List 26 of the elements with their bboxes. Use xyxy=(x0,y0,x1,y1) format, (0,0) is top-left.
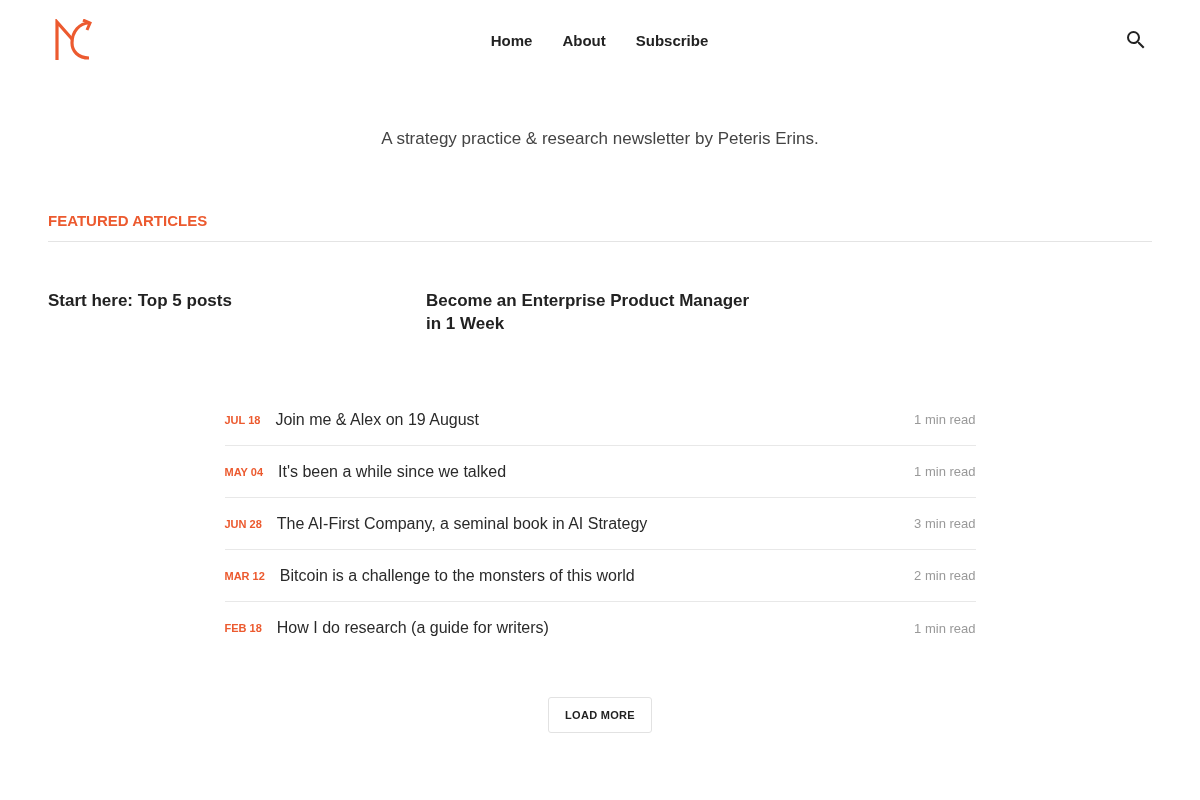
nav-link[interactable]: About xyxy=(562,31,606,49)
read-time: 1 min read xyxy=(914,464,976,479)
load-more-button[interactable]: LOAD MORE xyxy=(548,697,652,733)
search-button[interactable] xyxy=(1127,31,1145,49)
featured-article-link[interactable]: Start here: Top 5 posts xyxy=(48,289,232,335)
read-time: 1 min read xyxy=(914,412,976,427)
post-title-link[interactable]: It's been a while since we talked xyxy=(278,462,507,481)
search-icon xyxy=(1127,31,1145,49)
post-date: MAR 12 xyxy=(224,569,265,582)
post-title-link[interactable]: The AI-First Company, a seminal book in AI Strategy xyxy=(276,514,648,533)
tagline: A strategy practice & research newsletter by Peteris Erins. xyxy=(380,129,820,149)
post-date: JUN 28 xyxy=(224,517,262,530)
read-time: 3 min read xyxy=(914,516,976,531)
post-date: JUL 18 xyxy=(224,413,261,426)
post-date: FEB 18 xyxy=(224,622,262,634)
read-time: 1 min read xyxy=(914,620,976,636)
read-time: 2 min read xyxy=(914,568,976,583)
post-title-link[interactable]: Bitcoin is a challenge to the monsters of this world xyxy=(279,566,635,585)
featured-article-link[interactable]: Become an Enterprise Product Manager in 1 Week xyxy=(426,289,756,335)
nav-link[interactable]: Home xyxy=(490,31,533,49)
post-title-link[interactable]: Join me & Alex on 19 August xyxy=(275,410,480,429)
logo-icon[interactable] xyxy=(54,19,92,61)
nav-link[interactable]: Subscribe xyxy=(635,31,709,49)
post-title-link[interactable]: How I do research (a guide for writers) xyxy=(276,619,549,637)
post-date: MAY 04 xyxy=(224,465,264,478)
section-heading: FEATURED ARTICLES xyxy=(48,211,209,231)
